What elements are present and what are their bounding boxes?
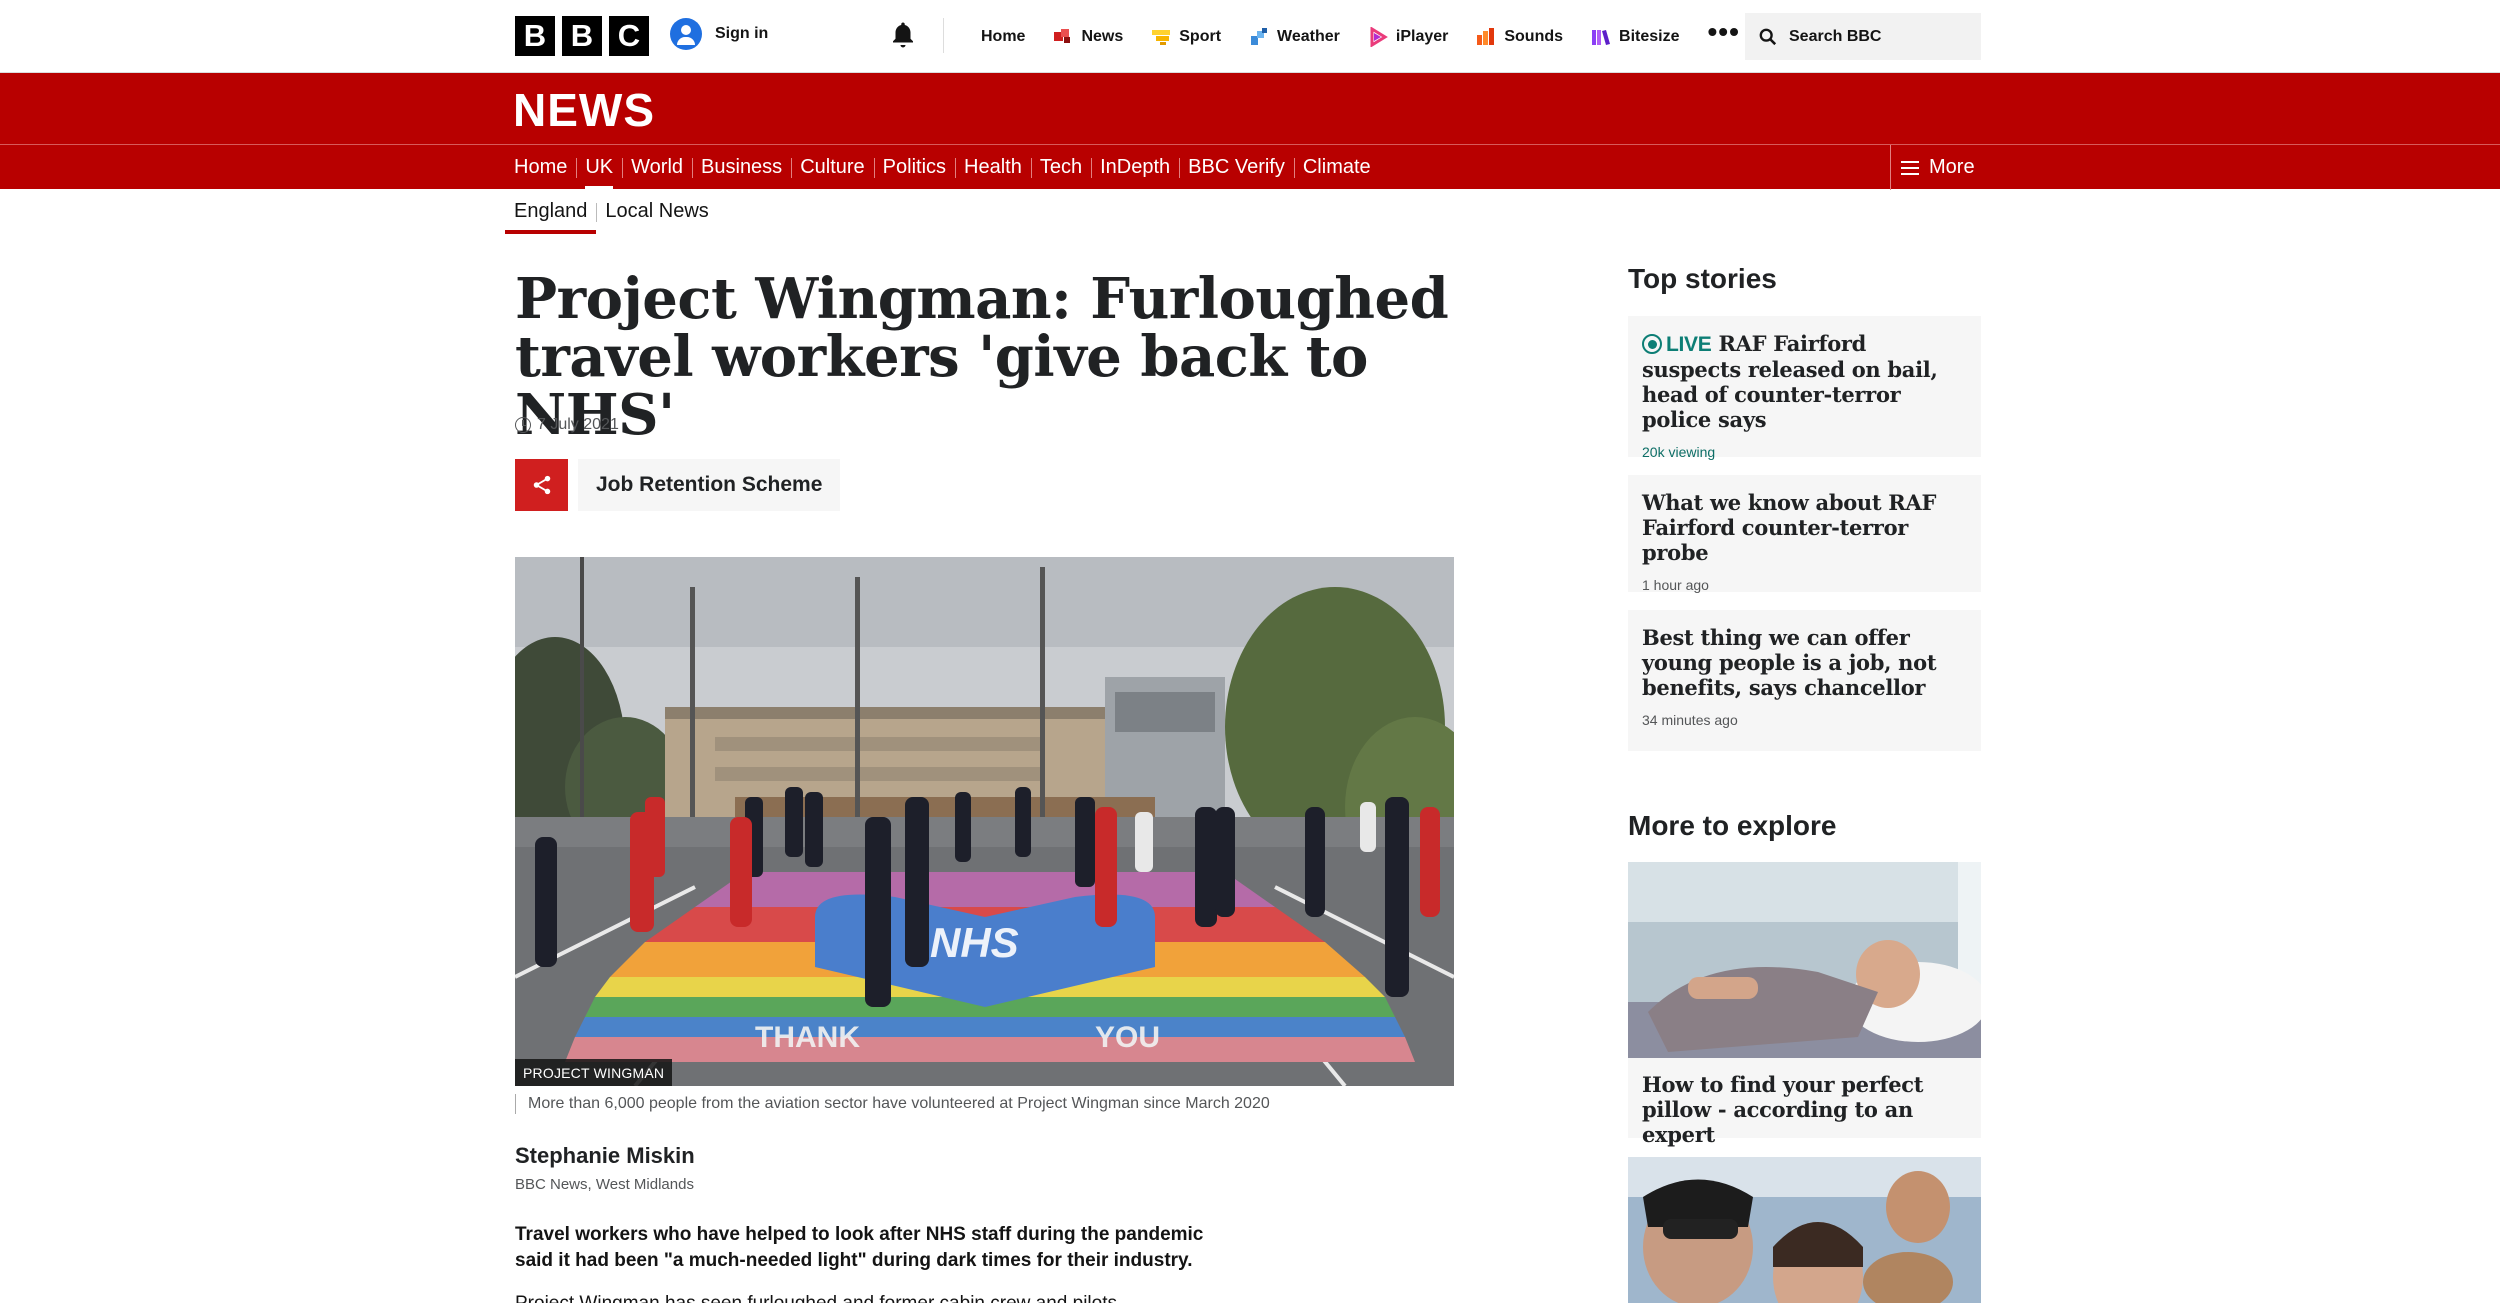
bitesize-icon [1592, 29, 1611, 45]
live-badge: LIVE [1666, 333, 1712, 356]
explore-card-image [1628, 862, 1981, 1058]
sign-in-label: Sign in [715, 25, 769, 42]
article-date-text: 7 July 2021 [537, 416, 619, 433]
nav-iplayer-label: iPlayer [1395, 27, 1449, 45]
masthead-divider [943, 18, 944, 53]
nav-home[interactable]: Home [967, 0, 1039, 73]
account-icon [670, 18, 702, 50]
explore-card-image [1628, 1157, 1981, 1303]
bbc-masthead: B B C Sign in Home News Sport Weather iP… [0, 0, 2500, 73]
news-banner: NEWS [0, 73, 2500, 144]
nav-home-label: Home [981, 27, 1026, 45]
secnav-england[interactable]: England [504, 189, 597, 234]
news-section-nav: Home UK World Business Culture Politics … [0, 144, 2500, 190]
svg-text:THANK: THANK [755, 1021, 860, 1054]
author-role: BBC News, West Midlands [515, 1176, 694, 1193]
top-story-viewers: 20k viewing [1642, 444, 1716, 460]
top-story-card[interactable]: What we know about RAF Fairford counter-… [1628, 475, 1981, 593]
bbc-top-nav: Home News Sport Weather iPlayer Sounds B… [967, 0, 1754, 73]
nav-sport-label: Sport [1179, 27, 1222, 45]
top-story-title: LIVE RAF Fairford suspects released on b… [1642, 331, 1967, 432]
article-date: 7 July 2021 [515, 416, 619, 434]
more-to-explore-heading: More to explore [1628, 810, 1837, 841]
article-lead-image: NHS THANK YOU [515, 557, 1454, 1086]
sport-icon [1152, 29, 1171, 45]
nav-sounds[interactable]: Sounds [1462, 0, 1577, 73]
subnav-home[interactable]: Home [514, 145, 576, 190]
subnav-world[interactable]: World [622, 145, 692, 190]
share-icon [533, 475, 550, 495]
more-dots-icon: ••• [1707, 15, 1740, 47]
uk-region-nav: England Local News [504, 189, 718, 234]
nav-sport[interactable]: Sport [1137, 0, 1235, 73]
top-stories-heading: Top stories [1628, 263, 1777, 294]
nav-news-label: News [1081, 27, 1124, 45]
live-indicator-icon [1642, 334, 1662, 354]
nav-sounds-label: Sounds [1504, 27, 1564, 45]
author-name: Stephanie Miskin [515, 1143, 695, 1168]
menu-icon [1901, 160, 1919, 175]
logo-letter-b2: B [562, 16, 602, 56]
top-story-timestamp: 34 minutes ago [1642, 712, 1738, 728]
iplayer-icon [1370, 26, 1388, 47]
article-paragraph: Project Wingman has seen furloughed and … [515, 1291, 1235, 1303]
top-story-card[interactable]: Best thing we can offer young people is … [1628, 610, 1981, 751]
logo-letter-b1: B [515, 16, 555, 56]
article-lede: Travel workers who have helped to look a… [515, 1224, 1204, 1271]
subnav-health[interactable]: Health [955, 145, 1031, 190]
subnav-politics[interactable]: Politics [873, 145, 955, 190]
nav-iplayer[interactable]: iPlayer [1354, 0, 1462, 73]
secnav-local-news[interactable]: Local News [596, 189, 717, 234]
svg-text:YOU: YOU [1095, 1021, 1160, 1054]
notifications-bell-icon[interactable] [888, 20, 918, 50]
subnav-tech[interactable]: Tech [1030, 145, 1091, 190]
subnav-business[interactable]: Business [692, 145, 791, 190]
topic-tag-link[interactable]: Job Retention Scheme [578, 459, 841, 511]
search-placeholder: Search BBC [1789, 27, 1882, 45]
subnav-more-label: More [1929, 156, 1975, 178]
logo-letter-c: C [609, 16, 649, 56]
clock-icon [515, 417, 531, 433]
subnav-culture[interactable]: Culture [791, 145, 873, 190]
subnav-indepth[interactable]: InDepth [1091, 145, 1179, 190]
news-brand-link[interactable]: NEWS [513, 83, 655, 137]
explore-card-title: How to find your perfect pillow - accord… [1642, 1072, 1924, 1147]
subnav-climate[interactable]: Climate [1293, 145, 1380, 190]
explore-card[interactable] [1628, 1157, 1981, 1303]
sounds-icon [1477, 27, 1495, 45]
bbc-logo[interactable]: B B C [515, 16, 649, 56]
top-story-timestamp: 1 hour ago [1642, 577, 1709, 593]
subnav-more-button[interactable]: More [1890, 145, 1975, 190]
nav-bitesize-label: Bitesize [1619, 27, 1680, 45]
news-icon [1054, 28, 1071, 43]
nav-weather[interactable]: Weather [1235, 0, 1354, 73]
top-story-headline: Best thing we can offer young people is … [1642, 625, 1937, 700]
subnav-uk[interactable]: UK [576, 145, 622, 190]
explore-card[interactable]: How to find your perfect pillow - accord… [1628, 862, 1981, 1147]
image-credit-label: PROJECT WINGMAN [515, 1059, 673, 1086]
svg-text:NHS: NHS [930, 919, 1019, 966]
nav-weather-label: Weather [1277, 27, 1340, 45]
search-input[interactable]: Search BBC [1745, 13, 1981, 60]
sign-in-button[interactable]: Sign in [670, 18, 768, 50]
weather-icon [1251, 27, 1268, 45]
nav-news[interactable]: News [1039, 0, 1137, 73]
image-caption: More than 6,000 people from the aviation… [515, 1094, 1270, 1114]
top-story-headline: What we know about RAF Fairford counter-… [1642, 490, 1937, 565]
search-icon [1759, 28, 1777, 45]
top-story-card[interactable]: LIVE RAF Fairford suspects released on b… [1628, 316, 1981, 460]
article-headline: Project Wingman: Furloughed travel worke… [515, 266, 1449, 448]
share-button[interactable] [515, 459, 568, 511]
nav-bitesize[interactable]: Bitesize [1577, 0, 1693, 73]
subnav-bbc-verify[interactable]: BBC Verify [1179, 145, 1294, 190]
